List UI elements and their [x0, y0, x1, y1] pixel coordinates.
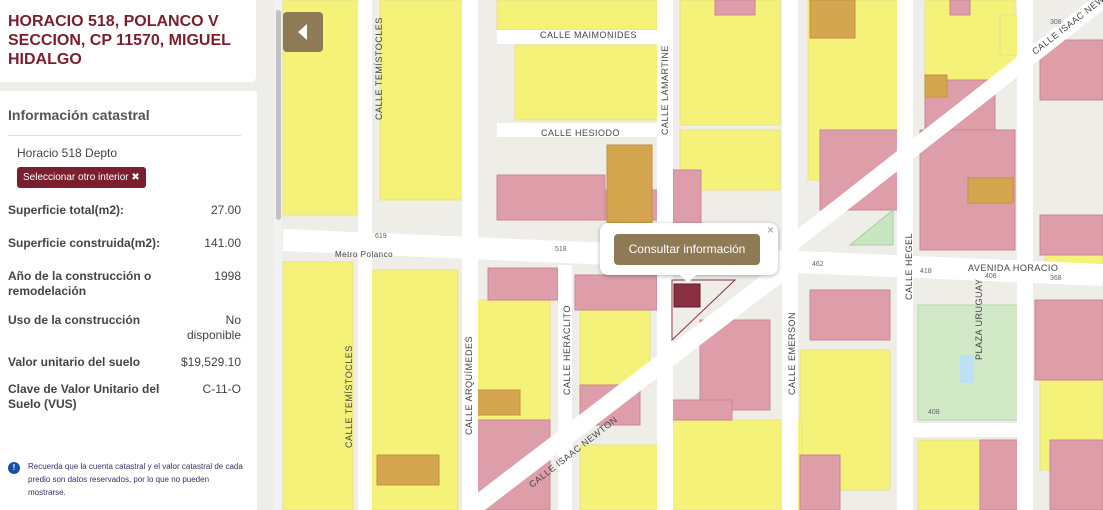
info-row: Año de la construcción o remodelación 19…: [8, 269, 241, 299]
info-row-value: $19,529.10: [180, 355, 241, 369]
map-popup: Consultar información ×: [600, 223, 778, 283]
chevron-left-icon: [298, 24, 307, 40]
info-row-value: C-11-O: [202, 382, 241, 396]
svg-text:462: 462: [812, 261, 824, 268]
info-row: Superficie total(m2): 27.00: [8, 203, 241, 218]
panel-scrollbar-thumb[interactable]: [276, 10, 281, 220]
info-row-label: Superficie total(m2):: [8, 203, 125, 217]
info-row-value: 141.00: [204, 236, 241, 250]
close-icon[interactable]: ×: [767, 223, 774, 237]
street-label: CALLE TEMÍSTOCLES: [344, 345, 354, 448]
privacy-note: ! Recuerda que la cuenta catastral y el …: [8, 460, 244, 499]
street-label: CALLE HERÁCLITO: [562, 305, 572, 395]
panel-title: Información catastral: [8, 107, 241, 136]
info-row: Superficie construida(m2): 141.00: [8, 236, 241, 251]
svg-text:408: 408: [928, 409, 940, 416]
svg-text:368: 368: [1050, 275, 1062, 282]
street-label: PLAZA URUGUAY: [974, 279, 984, 360]
collapse-panel-button[interactable]: [283, 12, 323, 52]
select-interior-label: Seleccionar otro interior: [23, 172, 129, 183]
info-row-label: Valor unitario del suelo: [8, 355, 141, 369]
info-icon: !: [8, 462, 20, 474]
privacy-note-text: Recuerda que la cuenta catastral y el va…: [28, 462, 243, 497]
address-header: HORACIO 518, POLANCO V SECCION, CP 11570…: [0, 0, 256, 82]
select-interior-button[interactable]: Seleccionar otro interior ✖: [17, 167, 146, 188]
info-row-label: Uso de la construcción: [8, 313, 141, 327]
address-title: HORACIO 518, POLANCO V SECCION, CP 11570…: [8, 13, 231, 68]
svg-text:619: 619: [375, 233, 387, 240]
street-label: CALLE HEGEL: [904, 233, 914, 300]
info-row-value: No disponible: [186, 313, 241, 342]
street-label: AVENIDA HORACIO: [968, 263, 1058, 273]
svg-text:518: 518: [555, 246, 567, 253]
street-label: CALLE HESIODO: [541, 128, 620, 138]
svg-text:418: 418: [920, 268, 932, 275]
consult-info-button[interactable]: Consultar información: [614, 234, 760, 265]
info-row: Clave de Valor Unitario del Suelo (VUS) …: [8, 382, 241, 412]
svg-text:308: 308: [1050, 19, 1062, 26]
property-name: Horacio 518 Depto: [17, 146, 118, 160]
cadastral-info-panel: Información catastral Horacio 518 Depto …: [0, 91, 257, 510]
info-row: Uso de la construcción No disponible: [8, 313, 241, 343]
street-label: CALLE LAMARTINE: [660, 45, 670, 135]
info-row-value: 27.00: [210, 203, 241, 217]
info-row-value: 1998: [214, 269, 241, 283]
street-label: CALLE MAIMONIDES: [540, 30, 637, 40]
street-label: CALLE ARQUÍMEDES: [464, 336, 474, 435]
info-row-label: Clave de Valor Unitario del Suelo (VUS): [8, 382, 160, 411]
info-row-label: Año de la construcción o remodelación: [8, 269, 152, 298]
street-label: CALLE TEMÍSTOCLES: [374, 17, 384, 120]
info-row-label: Superficie construida(m2):: [8, 236, 161, 250]
street-label: CALLE EMERSON: [787, 312, 797, 395]
svg-text:408: 408: [985, 273, 997, 280]
close-x-icon: ✖: [131, 172, 140, 183]
street-label: Metro Polanco: [335, 250, 393, 259]
info-row: Valor unitario del suelo $19,529.10: [8, 355, 241, 370]
